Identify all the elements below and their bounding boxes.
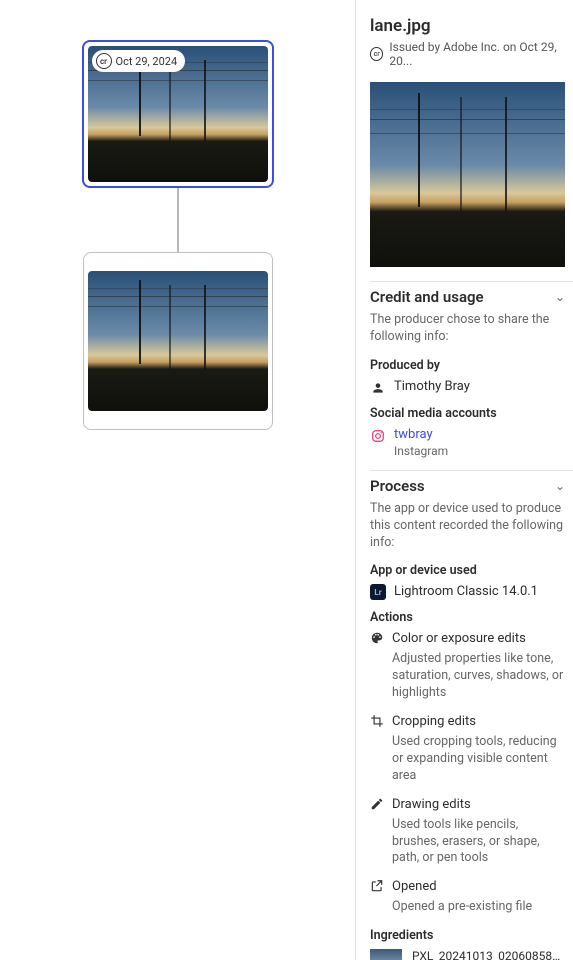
process-header[interactable]: Process ⌄ (370, 470, 573, 501)
credit-section: Credit and usage ⌄ The producer chose to… (370, 281, 573, 458)
person-icon (370, 380, 386, 396)
producer-name: Timothy Bray (394, 379, 470, 394)
ingredient-row[interactable]: PXL_20241013_020608588.jpg No Content Cr… (370, 949, 573, 960)
graph-connector (177, 188, 179, 252)
social-platform: Instagram (394, 444, 448, 458)
chevron-down-icon: ⌄ (555, 479, 565, 493)
node-thumbnail (88, 271, 268, 411)
lightroom-icon: Lr (370, 584, 386, 600)
action-title: Color or exposure edits (392, 631, 526, 649)
producer-row: Timothy Bray (370, 379, 573, 396)
action-color: Color or exposure edits Adjusted propert… (370, 631, 573, 702)
ingredient-filename: PXL_20241013_020608588.jpg (412, 949, 562, 960)
action-desc: Opened a pre-existing file (392, 899, 567, 916)
credit-title: Credit and usage (370, 288, 484, 306)
instagram-icon (370, 428, 386, 444)
action-crop: Cropping edits Used cropping tools, redu… (370, 714, 573, 785)
action-desc: Used tools like pencils, brushes, eraser… (392, 817, 567, 868)
action-opened: Opened Opened a pre-existing file (370, 879, 573, 916)
badge-date: Oct 29, 2024 (116, 55, 178, 68)
content-credentials-icon: cr (96, 53, 112, 69)
app-name: Lightroom Classic 14.0.1 (394, 584, 538, 599)
action-desc: Used cropping tools, reducing or expandi… (392, 734, 567, 785)
ingredient-thumbnail (370, 949, 402, 960)
process-section: Process ⌄ The app or device used to prod… (370, 470, 573, 960)
credit-header[interactable]: Credit and usage ⌄ (370, 281, 573, 312)
action-desc: Adjusted properties like tone, saturatio… (392, 651, 567, 702)
graph-node-current[interactable]: cr Oct 29, 2024 (82, 40, 274, 188)
open-file-icon (370, 879, 384, 897)
date-badge: cr Oct 29, 2024 (92, 50, 186, 72)
pencil-icon (370, 797, 384, 815)
social-row: twbray Instagram (370, 427, 573, 458)
action-title: Opened (392, 879, 437, 897)
graph-node-source[interactable] (83, 252, 273, 430)
details-pane: lane.jpg cr Issued by Adobe Inc. on Oct … (355, 0, 573, 960)
app-label: App or device used (370, 563, 573, 578)
app-row: Lr Lightroom Classic 14.0.1 (370, 584, 573, 600)
actions-label: Actions (370, 610, 573, 625)
action-title: Cropping edits (392, 714, 476, 732)
preview-image (370, 82, 565, 267)
provenance-graph-pane: cr Oct 29, 2024 (0, 0, 355, 960)
action-title: Drawing edits (392, 797, 471, 815)
ingredients-label: Ingredients (370, 928, 573, 943)
issued-text: Issued by Adobe Inc. on Oct 29, 20... (389, 40, 573, 68)
chevron-down-icon: ⌄ (555, 290, 565, 304)
file-title: lane.jpg (370, 16, 573, 36)
credit-desc: The producer chose to share the followin… (370, 312, 573, 346)
content-credentials-icon: cr (370, 47, 383, 61)
issued-row: cr Issued by Adobe Inc. on Oct 29, 20... (370, 40, 573, 68)
produced-by-label: Produced by (370, 358, 573, 373)
process-desc: The app or device used to produce this c… (370, 501, 573, 552)
action-draw: Drawing edits Used tools like pencils, b… (370, 797, 573, 868)
social-handle-link[interactable]: twbray (394, 427, 448, 442)
social-label: Social media accounts (370, 406, 573, 421)
crop-icon (370, 714, 384, 732)
palette-icon (370, 631, 384, 649)
process-title: Process (370, 477, 425, 495)
